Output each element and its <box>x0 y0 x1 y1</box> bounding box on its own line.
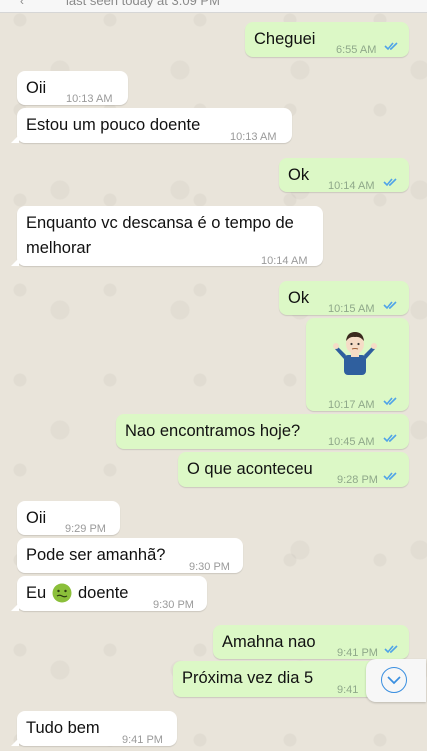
message-bubble-incoming[interactable]: Oii 10:13 AM <box>17 71 128 105</box>
message-text: Ok <box>288 166 310 184</box>
bubble-tail <box>11 603 19 611</box>
message-bubble-outgoing[interactable]: 10:17 AM <box>306 318 409 411</box>
message-text: Estou um pouco doente <box>26 116 201 134</box>
man-shrugging-emoji-icon <box>333 332 377 375</box>
message-time: 10:13 AM <box>66 93 113 105</box>
message-time: 9:28 PM <box>337 474 378 486</box>
back-chevron-icon[interactable]: ‹ <box>20 0 24 8</box>
message-bubble-incoming[interactable]: Oii 9:29 PM <box>17 501 120 535</box>
message-text: Amahna nao <box>222 633 316 651</box>
message-text: Nao encontramos hoje? <box>125 422 301 440</box>
message-text-before: Eu <box>26 584 47 602</box>
message-text: Tudo bem <box>26 719 100 737</box>
message-text-after: doente <box>78 584 129 602</box>
message-time: 10:17 AM <box>328 399 375 411</box>
last-seen-status: last seen today at 3:09 PM <box>66 0 220 8</box>
chat-header: ‹ last seen today at 3:09 PM <box>0 0 427 13</box>
message-time: 9:30 PM <box>153 599 194 611</box>
message-time: 9:41 <box>337 684 359 696</box>
chevron-down-icon <box>387 676 401 685</box>
bubble-tail <box>11 135 19 143</box>
message-time: 9:30 PM <box>189 561 230 573</box>
message-text: Ok <box>288 289 310 307</box>
nauseated-face-emoji-icon <box>52 583 72 603</box>
message-time: 10:45 AM <box>328 436 375 448</box>
message-text: Pode ser amanhã? <box>26 546 166 564</box>
message-time: 10:15 AM <box>328 303 375 315</box>
message-time: 10:13 AM <box>230 131 277 143</box>
read-ticks-icon <box>383 397 397 406</box>
message-bubble-incoming[interactable]: Estou um pouco doente 10:13 AM <box>11 108 292 143</box>
message-text: Próxima vez dia 5 <box>182 669 314 687</box>
read-ticks-icon <box>383 301 397 310</box>
message-bubble-outgoing[interactable]: Cheguei 6:55 AM <box>245 22 409 57</box>
message-time: 10:14 AM <box>261 255 308 267</box>
read-ticks-icon <box>384 42 398 51</box>
bubble-tail <box>11 258 19 266</box>
message-bubble-outgoing[interactable]: Amahna nao 9:41 PM <box>213 625 409 659</box>
message-bubble-incoming[interactable]: Eu doente 9:30 PM <box>11 576 207 611</box>
message-time: 6:55 AM <box>336 44 377 56</box>
message-text: Cheguei <box>254 30 316 48</box>
message-bubble-outgoing[interactable]: Ok 10:14 AM <box>279 158 409 192</box>
message-text: O que aconteceu <box>187 460 313 478</box>
message-bubble-incoming[interactable]: Tudo bem 9:41 PM <box>11 711 177 746</box>
message-bubble-outgoing[interactable]: O que aconteceu 9:28 PM <box>178 452 409 487</box>
message-time: 9:29 PM <box>65 523 106 535</box>
message-bubble-outgoing[interactable]: Ok 10:15 AM <box>279 281 409 315</box>
read-ticks-icon <box>384 645 398 654</box>
message-bubble-incoming[interactable]: Enquanto vc descansa é o tempo de melhor… <box>11 206 323 267</box>
message-text: Oii <box>26 79 47 97</box>
read-ticks-icon <box>383 434 397 443</box>
message-time: 9:41 PM <box>122 734 163 746</box>
scroll-to-bottom-button[interactable] <box>366 659 426 702</box>
read-ticks-icon <box>383 472 397 481</box>
message-text: Oii <box>26 509 47 527</box>
message-bubble-incoming[interactable]: Pode ser amanhã? 9:30 PM <box>17 538 243 573</box>
message-time: 10:14 AM <box>328 180 375 192</box>
message-bubble-outgoing[interactable]: Nao encontramos hoje? 10:45 AM <box>116 414 409 449</box>
bubble-tail <box>11 738 19 746</box>
read-ticks-icon <box>383 178 397 187</box>
